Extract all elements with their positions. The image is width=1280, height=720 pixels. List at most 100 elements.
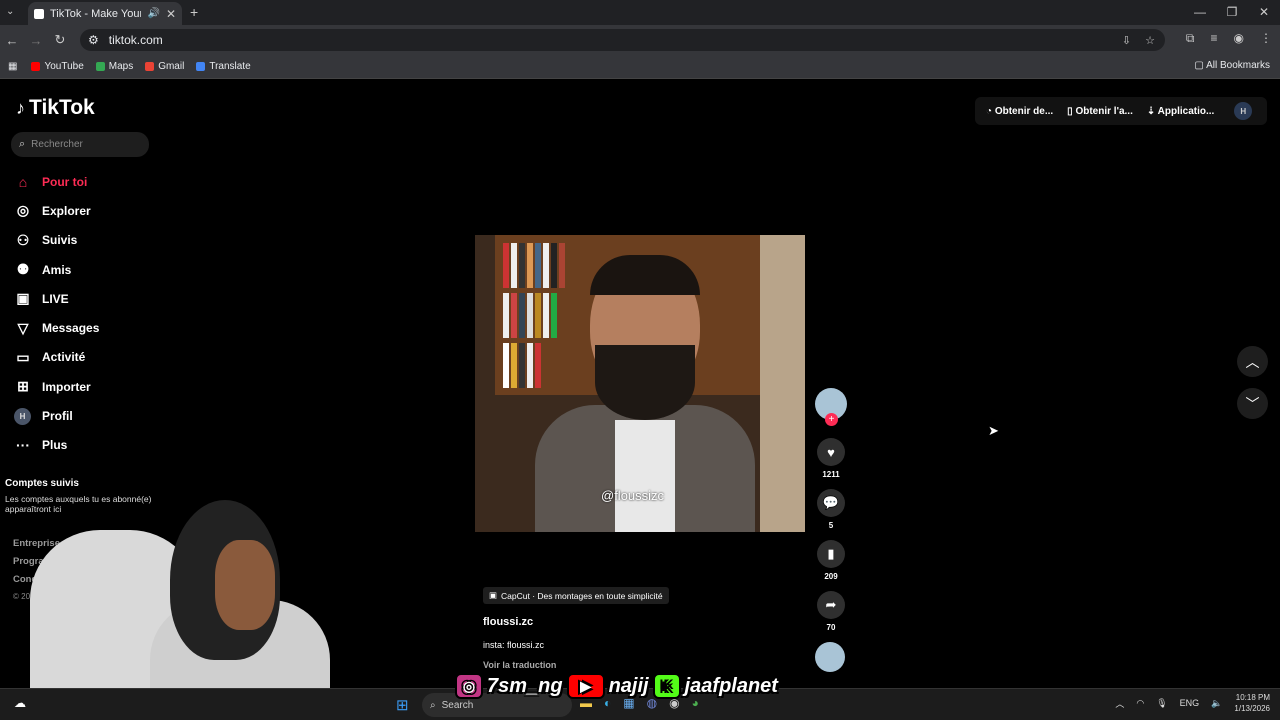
- previous-video-button[interactable]: ︿: [1237, 346, 1268, 377]
- all-bookmarks-button[interactable]: ▢ All Bookmarks: [1194, 60, 1270, 71]
- tiktok-logo[interactable]: ♪ TikTok: [16, 96, 95, 120]
- streamer-webcam: [30, 500, 330, 720]
- get-app-button[interactable]: ▯ Obtenir l'a...: [1067, 106, 1133, 117]
- tab-title: TikTok - Make Your Day: [50, 7, 142, 20]
- see-translation-link[interactable]: Voir la traduction: [483, 660, 669, 670]
- next-video-button[interactable]: ﹀: [1237, 388, 1268, 419]
- youtube-icon: ▶: [566, 673, 605, 699]
- close-window-button[interactable]: ✕: [1248, 0, 1280, 25]
- extensions-icon[interactable]: ⧉: [1186, 31, 1195, 46]
- share-button[interactable]: ➦: [817, 591, 845, 619]
- install-app-icon[interactable]: ⇩: [1122, 34, 1131, 47]
- new-tab-button[interactable]: +: [190, 4, 198, 20]
- nav-item-messages[interactable]: ▽ Messages: [14, 313, 164, 342]
- notification-icon[interactable]: ☁: [14, 696, 26, 710]
- profile-icon[interactable]: ◉: [1234, 31, 1244, 46]
- browser-tab-strip: ⌄ TikTok - Make Your Day 🔊 ✕ + — ❐ ✕: [0, 0, 1280, 25]
- nav-item-plus[interactable]: ··· Plus: [14, 431, 164, 460]
- nav-label: Pour toi: [42, 174, 88, 189]
- wifi-icon[interactable]: ◠: [1136, 698, 1144, 709]
- chevron-up-icon[interactable]: ︿: [1115, 697, 1124, 710]
- follow-plus-icon[interactable]: +: [825, 413, 838, 426]
- system-tray: ︿ ◠ 🎙 ENG 🔈 10:18 PM 1/13/2026: [1115, 692, 1270, 714]
- nav-label: Messages: [42, 321, 100, 336]
- nav-label: Profil: [42, 409, 73, 424]
- back-button[interactable]: ←: [0, 33, 24, 48]
- friends-icon: ⚉: [16, 261, 30, 278]
- nav-item-pour-toi[interactable]: ⌂ Pour toi: [14, 167, 164, 196]
- nav-item-importer[interactable]: ⊞ Importer: [14, 372, 164, 401]
- language-indicator[interactable]: ENG: [1180, 698, 1200, 708]
- forward-button[interactable]: →: [24, 33, 48, 48]
- window-controls: — ❐ ✕: [1184, 0, 1280, 25]
- bookmark-maps[interactable]: Maps: [95, 61, 134, 72]
- media-icon[interactable]: ≡: [1211, 31, 1218, 46]
- tab-search-icon[interactable]: ⌄: [6, 6, 14, 17]
- bookmark-icon: ▮: [827, 546, 835, 561]
- minimize-button[interactable]: —: [1184, 0, 1216, 25]
- mic-icon[interactable]: 🎙: [1156, 698, 1167, 709]
- site-info-icon[interactable]: ⚙: [88, 33, 99, 47]
- address-bar-row: ← → ↻ ⚙ tiktok.com ⇩ ☆ ⧉ ≡ ◉ ⋮: [0, 25, 1280, 55]
- windows-start-icon[interactable]: ⊞: [396, 696, 409, 714]
- like-button[interactable]: ♥: [817, 438, 845, 466]
- share-count: 70: [826, 623, 836, 632]
- video-player[interactable]: @floussizc: [475, 235, 805, 532]
- nav-item-activite[interactable]: ▭ Activité: [14, 343, 164, 372]
- bookmark-gmail[interactable]: Gmail: [145, 61, 184, 72]
- nav-label: Activité: [42, 350, 86, 365]
- kick-handle: jaafplanet: [684, 674, 778, 697]
- sound-avatar[interactable]: [815, 642, 845, 672]
- bookmark-youtube[interactable]: YouTube: [31, 61, 84, 72]
- volume-icon[interactable]: 🔈: [1211, 698, 1222, 709]
- video-author[interactable]: floussi.zc: [483, 616, 669, 628]
- comment-count: 5: [828, 521, 834, 530]
- desktop-app-button[interactable]: ⇣ Applicatio...: [1147, 106, 1214, 117]
- kick-icon: K: [652, 673, 681, 699]
- chevron-up-icon: ︿: [1245, 353, 1260, 370]
- comment-button[interactable]: 💬: [817, 489, 845, 517]
- capcut-badge[interactable]: ▣ CapCut · Des montages en toute simplici…: [483, 587, 669, 604]
- menu-icon[interactable]: ⋮: [1260, 31, 1272, 46]
- omnibox[interactable]: ⚙ tiktok.com ⇩ ☆: [80, 29, 1165, 51]
- nav-item-profil[interactable]: H Profil: [14, 401, 164, 430]
- url-text[interactable]: tiktok.com: [109, 33, 163, 47]
- video-wall: [760, 235, 805, 532]
- mouse-cursor-icon: ➤: [988, 423, 999, 438]
- live-icon: ▣: [16, 290, 30, 307]
- video-actions: + ♥ 1211 💬 5 ▮ 209 ➦ 70: [815, 388, 847, 690]
- profile-avatar[interactable]: H: [1234, 102, 1253, 120]
- get-coins-button[interactable]: ◔ Obtenir de...: [986, 106, 1053, 117]
- tiktok-note-icon: ♪: [16, 97, 25, 118]
- bookmark-label: Maps: [108, 61, 134, 72]
- taskbar-clock[interactable]: 10:18 PM 1/13/2026: [1234, 692, 1270, 714]
- restore-button[interactable]: ❐: [1216, 0, 1248, 25]
- apps-icon[interactable]: ▦: [8, 61, 17, 72]
- close-tab-icon[interactable]: ✕: [166, 7, 176, 21]
- bookmark-label: Gmail: [158, 61, 185, 72]
- nav-item-amis[interactable]: ⚉ Amis: [14, 255, 164, 284]
- browser-tab[interactable]: TikTok - Make Your Day 🔊 ✕: [28, 2, 182, 25]
- search-input[interactable]: [31, 139, 132, 150]
- save-button[interactable]: ▮: [817, 540, 845, 568]
- nav-item-explorer[interactable]: ◎ Explorer: [14, 196, 164, 225]
- video-watermark: @floussizc: [601, 488, 665, 503]
- nav-item-live[interactable]: ▣ LIVE: [14, 284, 164, 313]
- youtube-icon: [31, 62, 41, 71]
- reload-button[interactable]: ↻: [48, 32, 72, 48]
- user-follow-icon: ⚇: [16, 231, 30, 248]
- bookmark-label: Translate: [209, 61, 251, 72]
- capcut-icon: ▣: [489, 590, 498, 600]
- speaker-icon[interactable]: 🔊: [147, 8, 159, 19]
- bookmark-translate[interactable]: Translate: [196, 61, 251, 72]
- nav-item-suivis[interactable]: ⚇ Suivis: [14, 226, 164, 255]
- nav-label: Importer: [42, 379, 91, 394]
- search-box[interactable]: ⌕: [11, 132, 149, 157]
- top-actions-bar: ◔ Obtenir de... ▯ Obtenir l'a... ⇣ Appli…: [975, 97, 1267, 125]
- video-meta: ▣ CapCut · Des montages en toute simplici…: [483, 585, 669, 670]
- instagram-handle: 7sm_ng: [487, 674, 563, 697]
- share-icon: ➦: [825, 597, 837, 612]
- creator-avatar[interactable]: +: [815, 388, 847, 426]
- bookmark-star-icon[interactable]: ☆: [1145, 34, 1155, 47]
- tiktok-favicon-icon: [34, 8, 44, 19]
